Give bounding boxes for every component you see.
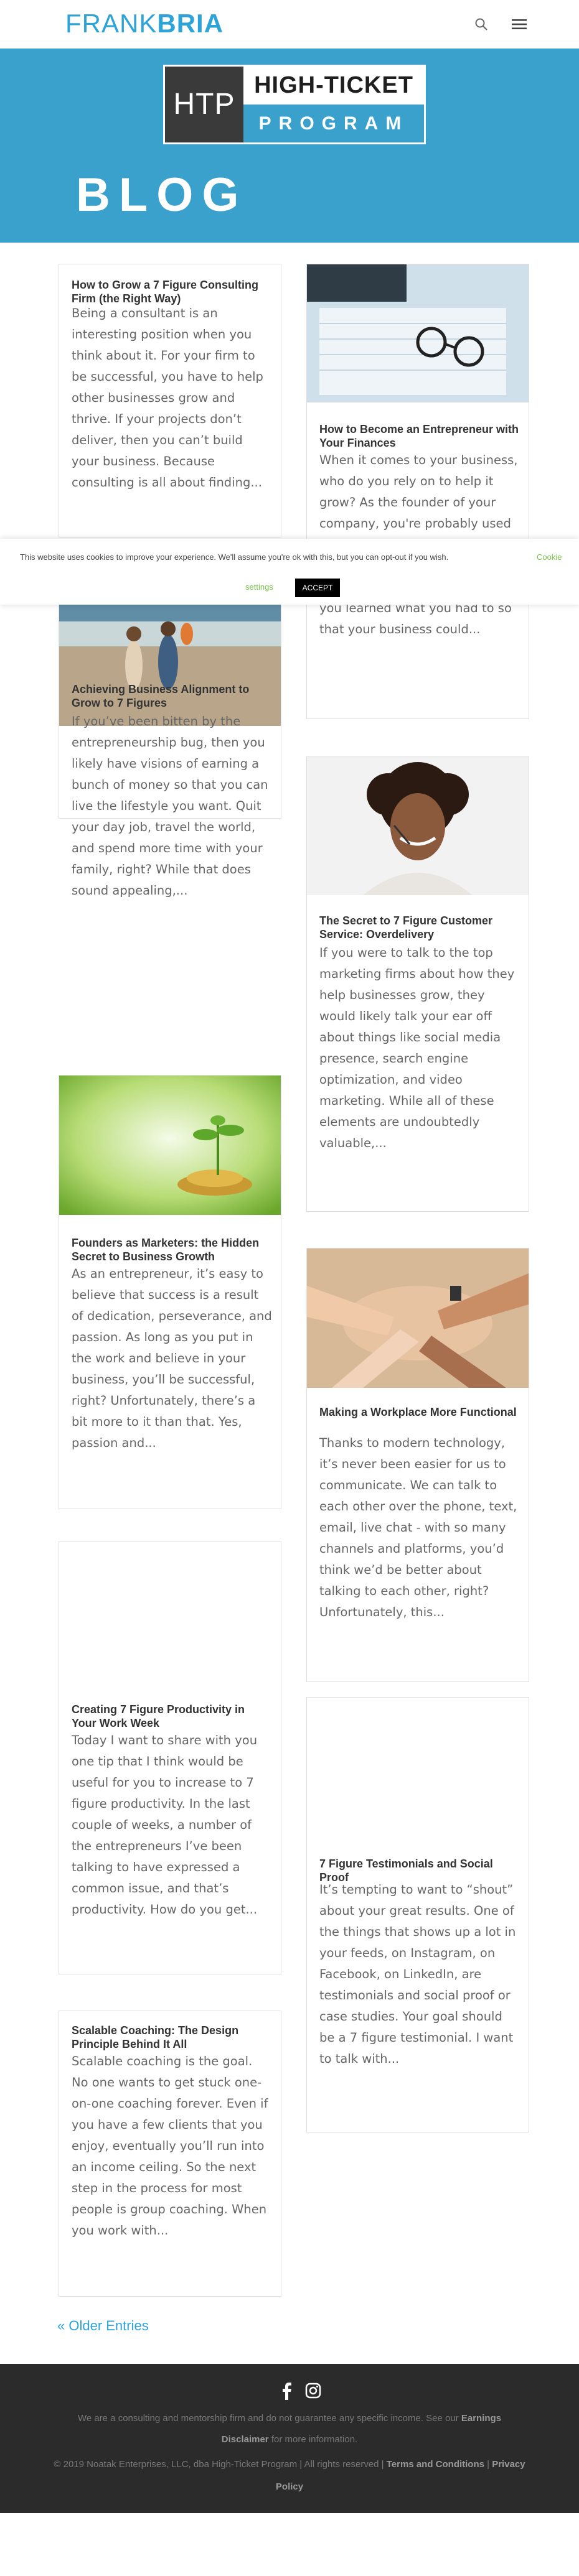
site-footer: We are a consulting and mentorship firm … bbox=[0, 2364, 579, 2513]
post-image-finances[interactable] bbox=[307, 264, 529, 402]
cookie-settings-link[interactable]: Cookie bbox=[537, 552, 562, 562]
disclaimer-line-2: Disclaimer for more information. bbox=[0, 2434, 579, 2446]
policy-line: Policy bbox=[0, 2481, 579, 2493]
blog-card: How to Grow a 7 Figure Consulting Firm (… bbox=[59, 264, 281, 537]
site-header: FRANKBRIA bbox=[0, 0, 579, 49]
post-image-support-agent[interactable] bbox=[307, 757, 529, 895]
post-image-team-hands[interactable] bbox=[307, 1248, 529, 1388]
facebook-icon[interactable] bbox=[280, 2381, 293, 2400]
page-title: BLOG bbox=[76, 169, 248, 221]
instagram-icon[interactable] bbox=[305, 2383, 321, 2399]
post-image-coins-plant[interactable] bbox=[59, 1076, 281, 1215]
post-excerpt: Thanks to modern technology, it’s never … bbox=[319, 1436, 517, 1619]
blog-card: Creating 7 Figure Productivity in Your W… bbox=[59, 1541, 281, 1974]
logo-light-text: FRANK bbox=[65, 9, 158, 38]
blog-card: Making a Workplace More Functional Thank… bbox=[306, 1248, 529, 1682]
post-excerpt: As an entrepreneur, it’s easy to believe… bbox=[72, 1267, 272, 1450]
copyright-line: © 2019 Noatak Enterprises, LLC, dba High… bbox=[0, 2458, 579, 2471]
earnings-link[interactable]: Earnings bbox=[461, 2413, 501, 2424]
older-entries-link[interactable]: « Older Entries bbox=[57, 2318, 149, 2334]
post-title[interactable]: Achieving Business Alignment to Grow to … bbox=[72, 682, 272, 710]
post-excerpt: If you were to talk to the top marketing… bbox=[319, 946, 515, 1150]
post-title[interactable]: Making a Workplace More Functional bbox=[319, 1405, 520, 1419]
logo-bold-text: BRIA bbox=[157, 9, 224, 38]
post-excerpt: Scalable coaching is the goal. No one wa… bbox=[72, 2054, 268, 2238]
disclaimer-line: We are a consulting and mentorship firm … bbox=[0, 2412, 579, 2425]
policy-link[interactable]: Policy bbox=[276, 2481, 303, 2492]
privacy-link[interactable]: Privacy bbox=[492, 2459, 525, 2470]
post-title[interactable]: Scalable Coaching: The Design Principle … bbox=[72, 2024, 272, 2051]
copyright-text: © 2019 Noatak Enterprises, LLC, dba High… bbox=[54, 2459, 387, 2470]
search-icon[interactable] bbox=[474, 17, 488, 31]
badge-high-ticket-text: HIGH-TICKET bbox=[243, 67, 424, 105]
post-excerpt: If you’ve been bitten by the entrepreneu… bbox=[72, 714, 268, 898]
disclaimer-link[interactable]: Disclaimer bbox=[222, 2434, 269, 2445]
cookie-message: This website uses cookies to improve you… bbox=[20, 552, 449, 562]
post-title[interactable]: How to Grow a 7 Figure Consulting Firm (… bbox=[72, 278, 272, 305]
disclaimer-suffix: for more information. bbox=[268, 2434, 358, 2445]
badge-program-text: PROGRAM bbox=[243, 105, 424, 142]
post-title[interactable]: The Secret to 7 Figure Customer Service:… bbox=[319, 914, 520, 941]
footer-separator: | bbox=[484, 2459, 492, 2470]
cookie-consent-bar: This website uses cookies to improve you… bbox=[0, 539, 579, 605]
htp-program-badge: HTP HIGH-TICKET PROGRAM bbox=[163, 65, 426, 144]
post-title[interactable]: How to Become an Entrepreneur with Your … bbox=[319, 422, 520, 450]
post-excerpt: It’s tempting to want to “shout” about y… bbox=[319, 1882, 516, 2066]
blog-card: Founders as Marketers: the Hidden Secret… bbox=[59, 1075, 281, 1509]
blog-card: 7 Figure Testimonials and Social Proof I… bbox=[306, 1697, 529, 2132]
blog-card: The Secret to 7 Figure Customer Service:… bbox=[306, 756, 529, 1212]
post-title[interactable]: Creating 7 Figure Productivity in Your W… bbox=[72, 1703, 272, 1730]
hero-banner: HTP HIGH-TICKET PROGRAM BLOG bbox=[0, 49, 579, 243]
post-title[interactable]: Founders as Marketers: the Hidden Secret… bbox=[72, 1236, 272, 1263]
disclaimer-text: We are a consulting and mentorship firm … bbox=[77, 2413, 461, 2424]
accept-cookies-button[interactable]: ACCEPT bbox=[295, 579, 340, 597]
blog-card: Scalable Coaching: The Design Principle … bbox=[59, 2011, 281, 2297]
cookie-settings-link-continued[interactable]: settings bbox=[245, 582, 273, 592]
post-excerpt: Today I want to share with you one tip t… bbox=[72, 1733, 258, 1917]
terms-link[interactable]: Terms and Conditions bbox=[387, 2459, 484, 2470]
blog-card: How to Become an Entrepreneur with Your … bbox=[306, 264, 529, 719]
post-excerpt: Being a consultant is an interesting pos… bbox=[72, 306, 263, 490]
site-logo[interactable]: FRANKBRIA bbox=[65, 9, 224, 39]
badge-htp-mark: HTP bbox=[165, 67, 243, 142]
hamburger-menu-icon[interactable] bbox=[512, 17, 527, 31]
